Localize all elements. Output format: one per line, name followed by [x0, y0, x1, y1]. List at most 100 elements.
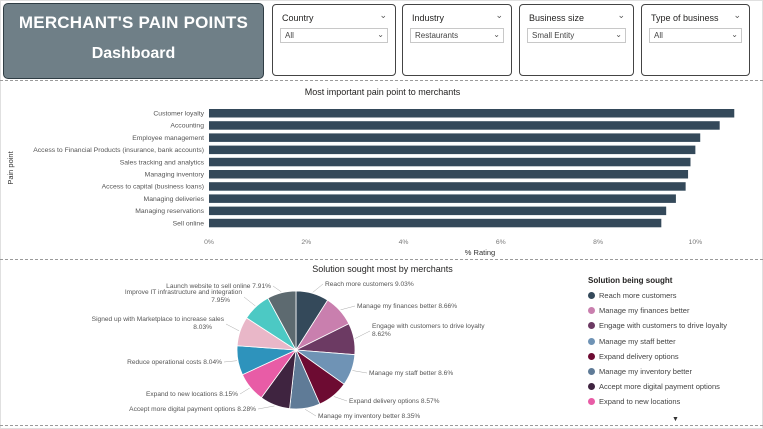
legend-item[interactable]: Accept more digital payment options — [588, 379, 758, 394]
legend-label: Accept more digital payment options — [599, 382, 720, 392]
legend-label: Expand delivery options — [599, 351, 679, 361]
pie-slice-label: Accept more digital payment options 8.28… — [129, 406, 256, 413]
legend-swatch — [588, 383, 595, 391]
pie-leader-line — [257, 405, 275, 410]
bar — [209, 145, 696, 155]
x-tick-label: 8% — [593, 239, 603, 246]
title-card: MERCHANT'S PAIN POINTS Dashboard — [3, 3, 264, 79]
slicer-industry[interactable]: Industry ⌄ Restaurants ⌄ — [402, 4, 512, 76]
legend-swatch — [588, 352, 595, 360]
bar-chart-title: Most important pain point to merchants — [304, 87, 461, 97]
legend-item[interactable]: Reach more customers — [588, 288, 758, 303]
bar — [209, 109, 735, 118]
bar-category-label: Managing deliveries — [144, 196, 205, 203]
slicer-industry-label: Industry — [412, 13, 445, 23]
x-tick-label: 10% — [689, 239, 703, 246]
y-axis-title: Pain point — [6, 150, 15, 184]
legend-label: Manage my finances better — [599, 306, 690, 316]
x-axis-title: % Rating — [465, 248, 495, 257]
bar — [209, 157, 691, 167]
slicer-business-size[interactable]: Business size ⌄ Small Entity ⌄ — [519, 4, 634, 76]
legend-label: Manage my staff better — [599, 336, 676, 346]
x-tick-label: 0% — [204, 239, 214, 246]
chevron-down-icon: ⌄ — [615, 30, 622, 39]
chevron-down-icon[interactable]: ⌄ — [733, 10, 741, 21]
legend-label: Reach more customers — [599, 291, 677, 301]
pie-slice-label: Expand delivery options 8.57% — [349, 398, 440, 405]
pie-slice-value: 8.03% — [193, 324, 212, 331]
pie-leader-line — [243, 296, 256, 307]
slicer-country-dropdown[interactable]: All ⌄ — [280, 28, 388, 43]
legend-swatch — [588, 307, 595, 315]
slicer-business-size-value: Small Entity — [532, 31, 575, 40]
dashboard-subtitle: Dashboard — [91, 45, 176, 62]
legend-item[interactable]: Expand delivery options — [588, 349, 758, 364]
bar-category-label: Access to capital (business loans) — [102, 184, 204, 191]
bar — [209, 206, 667, 216]
chevron-down-icon[interactable]: ⌄ — [379, 10, 387, 21]
bar-category-label: Employee management — [132, 135, 204, 142]
bar — [209, 133, 701, 142]
slicer-business-size-dropdown[interactable]: Small Entity ⌄ — [527, 28, 626, 43]
legend-title: Solution being sought — [588, 276, 673, 285]
pie-slice-label: Manage my inventory better 8.35% — [318, 413, 420, 420]
slicer-type-of-business-label: Type of business — [651, 13, 719, 23]
section-divider — [0, 259, 763, 260]
bar-category-label: Sell online — [173, 220, 205, 227]
scroll-down-triangle-icon[interactable]: ▼ — [672, 416, 679, 423]
slicer-business-size-label: Business size — [529, 13, 585, 23]
pie-leader-line — [305, 409, 317, 417]
legend-item[interactable]: Engage with customers to drive loyalty — [588, 318, 758, 333]
bar-category-label: Managing inventory — [145, 172, 205, 179]
slicer-country-label: Country — [282, 13, 314, 23]
bar-category-label: Customer loyalty — [153, 111, 204, 118]
x-tick-label: 6% — [496, 239, 506, 246]
pie-slice-label: Improve IT infrastructure and integratio… — [125, 289, 242, 296]
chevron-down-icon[interactable]: ⌄ — [495, 10, 503, 21]
pie-slice-label: Manage my staff better 8.6% — [369, 370, 453, 377]
pie-slice-label: Reduce operational costs 8.04% — [127, 359, 222, 366]
legend-swatch — [588, 398, 595, 406]
slicer-type-of-business-value: All — [654, 31, 663, 40]
pie-leader-line — [272, 285, 282, 293]
slicer-industry-dropdown[interactable]: Restaurants ⌄ — [410, 28, 504, 43]
chevron-down-icon[interactable]: ⌄ — [617, 10, 625, 21]
legend-label: Expand to new locations — [599, 397, 681, 407]
bar — [209, 182, 686, 191]
pie-slice-label: Reach more customers 9.03% — [325, 281, 414, 288]
pie-leader-line — [340, 305, 356, 311]
pie-chart: Reach more customers 9.03% Manage my fina… — [92, 281, 486, 420]
legend-item[interactable]: Manage my inventory better — [588, 364, 758, 379]
pie-leader-line — [312, 283, 324, 293]
pie-slice-label: Expand to new locations 8.15% — [146, 391, 238, 398]
chevron-down-icon: ⌄ — [493, 30, 500, 39]
x-tick-label: 2% — [301, 239, 311, 246]
pie-leader-line — [223, 360, 237, 363]
bar — [209, 194, 676, 203]
pie-slice-label: Signed up with Marketplace to increase s… — [92, 316, 225, 323]
slicer-type-of-business[interactable]: Type of business ⌄ All ⌄ — [641, 4, 750, 76]
legend-item[interactable]: Expand to new locations — [588, 394, 758, 409]
slicer-country-value: All — [285, 31, 294, 40]
pie-leader-line — [354, 330, 371, 339]
slicer-type-of-business-dropdown[interactable]: All ⌄ — [649, 28, 742, 43]
pie-slice-label: Manage my finances better 8.66% — [357, 303, 457, 310]
legend-item[interactable]: Manage my finances better — [588, 303, 758, 318]
pie-leader-line — [239, 387, 250, 395]
bar-category-label: Accounting — [170, 123, 204, 130]
pie-slice-value: 7.95% — [211, 297, 230, 304]
chevron-down-icon: ⌄ — [731, 30, 738, 39]
pie-legend: Solution being sought Reach more custome… — [588, 276, 758, 423]
pie-slice-label: Engage with customers to drive loyalty — [372, 323, 485, 330]
x-tick-label: 4% — [399, 239, 409, 246]
pie-leader-line — [352, 370, 368, 374]
pie-leader-line — [333, 396, 348, 402]
legend-label: Engage with customers to drive loyalty — [599, 321, 727, 331]
legend-swatch — [588, 292, 595, 300]
pie-leader-line — [225, 323, 240, 332]
legend-item[interactable]: Manage my staff better — [588, 334, 758, 349]
legend-swatch — [588, 337, 595, 345]
dashboard-title: MERCHANT'S PAIN POINTS — [18, 13, 249, 32]
slicer-country[interactable]: Country ⌄ All ⌄ — [272, 4, 396, 76]
bar — [209, 121, 720, 130]
